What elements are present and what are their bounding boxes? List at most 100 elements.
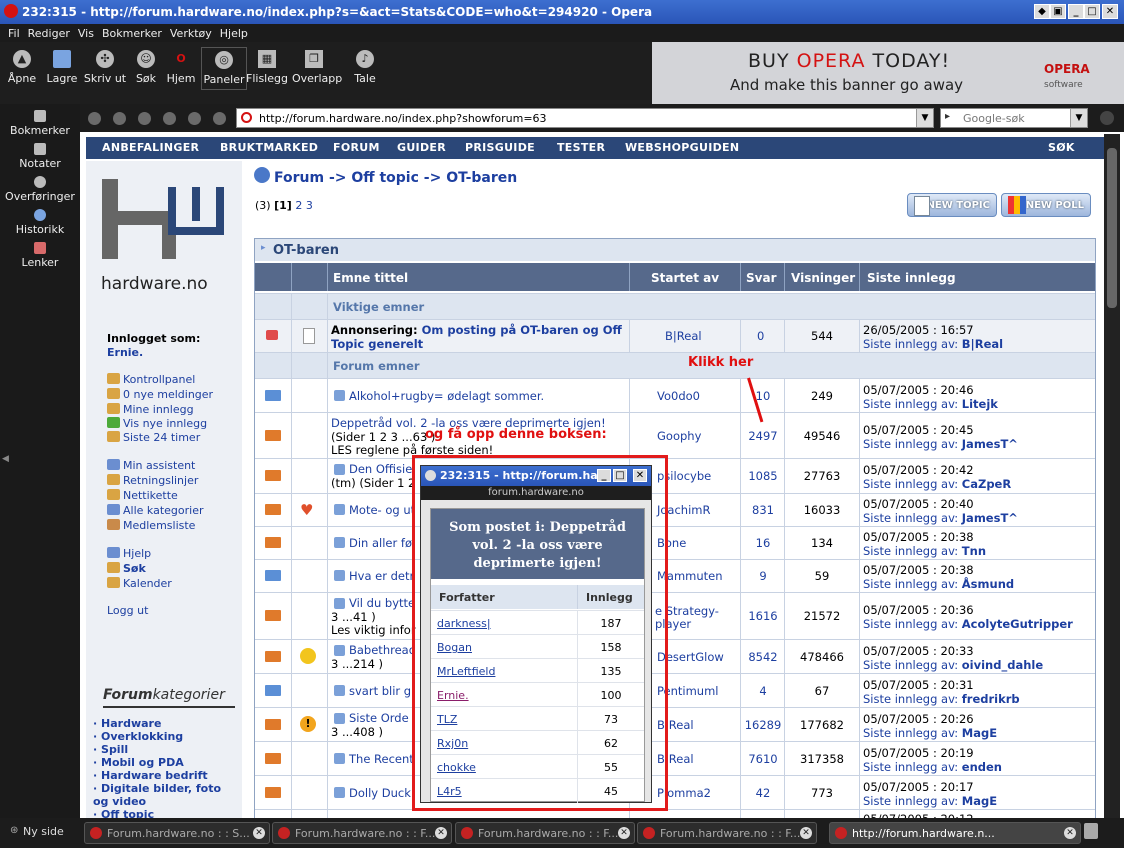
- last-post-author[interactable]: JamesT^: [962, 511, 1018, 525]
- link-control-panel[interactable]: Kontrollpanel: [107, 373, 195, 386]
- table-row[interactable]: Deppetråd vol. 2 -la oss være deprimerte…: [255, 412, 1095, 458]
- menu-file[interactable]: Fil: [8, 27, 20, 40]
- col-topic-title[interactable]: Emne tittel: [333, 271, 408, 285]
- table-row[interactable]: The Recent B|Real 7610 317358 05/07/2005 : 2…: [255, 741, 1095, 775]
- tab-close-icon[interactable]: ✕: [800, 827, 812, 839]
- topic-pages[interactable]: 3 ...214 ): [331, 657, 383, 671]
- nav-recommendations[interactable]: ANBEFALINGER: [102, 141, 199, 154]
- topic-replies[interactable]: 42: [743, 786, 783, 800]
- announcement-last-by[interactable]: B|Real: [962, 337, 1003, 351]
- topic-title-link[interactable]: Den Offisie: [349, 462, 412, 476]
- table-row[interactable]: ♥ Mote- og ut JoachimR 831 16033 05/07/2005 :…: [255, 493, 1095, 526]
- category-games[interactable]: · Spill: [93, 743, 128, 756]
- topic-replies[interactable]: 8542: [743, 650, 783, 664]
- nav-used-market[interactable]: BRUKTMARKED: [220, 141, 318, 154]
- topic-title-link[interactable]: Din aller fø: [349, 536, 412, 550]
- table-row[interactable]: Den Offisie (tm) (Sider 1 2 psilocybe 1085 2…: [255, 458, 1095, 493]
- tab-item[interactable]: Forum.hardware.no : : S... ✕: [84, 822, 270, 844]
- col-last-post[interactable]: Siste innlegg: [867, 271, 956, 285]
- tab-close-icon[interactable]: ✕: [618, 827, 630, 839]
- announcement-starter[interactable]: B|Real: [665, 329, 702, 343]
- last-post-author[interactable]: Åsmund: [962, 577, 1014, 591]
- tile-button[interactable]: ▦ Flislegg: [245, 50, 289, 85]
- topic-replies[interactable]: 1616: [743, 609, 783, 623]
- category-digital-photo[interactable]: · Digitale bilder, foto: [93, 782, 221, 795]
- popup-author-link[interactable]: chokke: [437, 761, 476, 774]
- tab-close-icon[interactable]: ✕: [1064, 827, 1076, 839]
- link-assistant[interactable]: Min assistent: [107, 459, 195, 472]
- table-row[interactable]: ! Siste Orde 3 ...408 ) B|Real 16289 177682 05…: [255, 707, 1095, 741]
- panel-notes[interactable]: Notater: [0, 143, 80, 170]
- forward-icon[interactable]: [138, 112, 151, 125]
- google-search-field[interactable]: ▸ Google-søk ▼: [940, 108, 1088, 128]
- table-row[interactable]: Din aller fø Bone 16 134 05/07/2005 : 20:38 S…: [255, 526, 1095, 559]
- table-row[interactable]: Vil du bytte 3 ...41 ) Les viktig infor e S…: [255, 592, 1095, 639]
- search-dropdown-icon[interactable]: ▼: [1070, 109, 1087, 127]
- topic-title-link[interactable]: Vil du bytte: [349, 596, 415, 610]
- close-button[interactable]: ✕: [1102, 4, 1118, 19]
- nav-tests[interactable]: TESTER: [557, 141, 605, 154]
- topic-replies[interactable]: 9: [743, 569, 783, 583]
- link-last-24h[interactable]: Siste 24 timer: [107, 431, 200, 444]
- last-post-author[interactable]: fredrikrb: [962, 692, 1020, 706]
- tab-close-icon[interactable]: ✕: [253, 827, 265, 839]
- nav-guides[interactable]: GUIDER: [397, 141, 446, 154]
- home-button[interactable]: O Hjem: [159, 50, 203, 85]
- link-my-posts[interactable]: Mine innlegg: [107, 403, 194, 416]
- topic-title-link[interactable]: Dolly Duck: [349, 786, 411, 800]
- panel-transfers[interactable]: Overføringer: [0, 176, 80, 203]
- popup-close-button[interactable]: ✕: [633, 469, 647, 482]
- menu-view[interactable]: Vis: [78, 27, 94, 40]
- trash-icon[interactable]: [1084, 823, 1098, 839]
- link-help[interactable]: Hjelp: [107, 547, 151, 560]
- last-post-author[interactable]: Litejk: [962, 397, 998, 411]
- topic-title-link[interactable]: Hva er detr: [349, 569, 414, 583]
- page-scrollbar[interactable]: [1104, 134, 1120, 818]
- last-post-author[interactable]: enden: [962, 760, 1002, 774]
- menu-tools[interactable]: Verktøy: [170, 27, 212, 40]
- maximize-button[interactable]: □: [1084, 4, 1100, 19]
- nav-forum[interactable]: FORUM: [333, 141, 380, 154]
- table-row[interactable]: Hva er detr Mammuten 9 59 05/07/2005 : 20:38…: [255, 559, 1095, 592]
- table-row[interactable]: Alkohol+rugby= ødelagt sommer. Vo0do0 10 24…: [255, 378, 1095, 412]
- panel-links[interactable]: Lenker: [0, 242, 80, 269]
- topic-title-link[interactable]: Mote- og ut: [349, 503, 415, 517]
- last-post-author[interactable]: oivind_dahle: [962, 658, 1043, 672]
- panel-history[interactable]: Historikk: [0, 209, 80, 236]
- nav-webshop-guide[interactable]: WEBSHOPGUIDEN: [625, 141, 739, 154]
- rewind-icon[interactable]: [88, 112, 101, 125]
- table-row[interactable]: Babethread 3 ...214 ) DesertGlow 8542 478466…: [255, 639, 1095, 673]
- last-post-author[interactable]: Tnn: [962, 544, 986, 558]
- tab-item[interactable]: Forum.hardware.no : : F... ✕: [455, 822, 635, 844]
- menu-edit[interactable]: Rediger: [28, 27, 70, 40]
- link-search[interactable]: Søk: [107, 562, 146, 575]
- category-video[interactable]: og video: [93, 795, 146, 808]
- topic-pages[interactable]: 3 ...41 ): [331, 610, 376, 624]
- col-views[interactable]: Visninger: [791, 271, 855, 285]
- topic-starter[interactable]: Vo0do0: [657, 389, 700, 403]
- topic-replies[interactable]: 831: [743, 503, 783, 517]
- topic-replies[interactable]: 16: [743, 536, 783, 550]
- announcement-link[interactable]: Om posting på OT-baren og Off: [422, 323, 622, 337]
- table-row[interactable]: Hjelp til oppretting av dagsrytme!Mammut…: [255, 809, 1095, 818]
- category-off-topic[interactable]: · Off topic: [93, 808, 154, 818]
- last-post-author[interactable]: AcolyteGutripper: [962, 617, 1073, 631]
- topic-replies[interactable]: 7610: [743, 752, 783, 766]
- new-page-button[interactable]: Ny side: [23, 825, 64, 838]
- popup-author-link[interactable]: TLZ: [437, 713, 457, 726]
- popup-author-link[interactable]: Ernie.: [437, 689, 469, 702]
- url-dropdown-icon[interactable]: ▼: [916, 109, 933, 127]
- tab-active[interactable]: http://forum.hardware.n... ✕: [829, 822, 1081, 844]
- table-row[interactable]: Dolly Duck Plomma2 42 773 05/07/2005 : 20:17…: [255, 775, 1095, 809]
- menu-help[interactable]: Hjelp: [220, 27, 248, 40]
- topic-starter[interactable]: Goophy: [657, 429, 701, 443]
- popup-author-link[interactable]: Rxj0n: [437, 737, 468, 750]
- announcement-replies[interactable]: 0: [757, 329, 764, 343]
- nav-price-guide[interactable]: PRISGUIDE: [465, 141, 535, 154]
- link-calendar[interactable]: Kalender: [107, 577, 172, 590]
- reload-icon[interactable]: [188, 112, 201, 125]
- minimize-button[interactable]: _: [1068, 4, 1084, 19]
- topic-replies[interactable]: 10: [743, 389, 783, 403]
- topic-replies[interactable]: 4: [743, 684, 783, 698]
- category-hardware[interactable]: · Hardware: [93, 717, 161, 730]
